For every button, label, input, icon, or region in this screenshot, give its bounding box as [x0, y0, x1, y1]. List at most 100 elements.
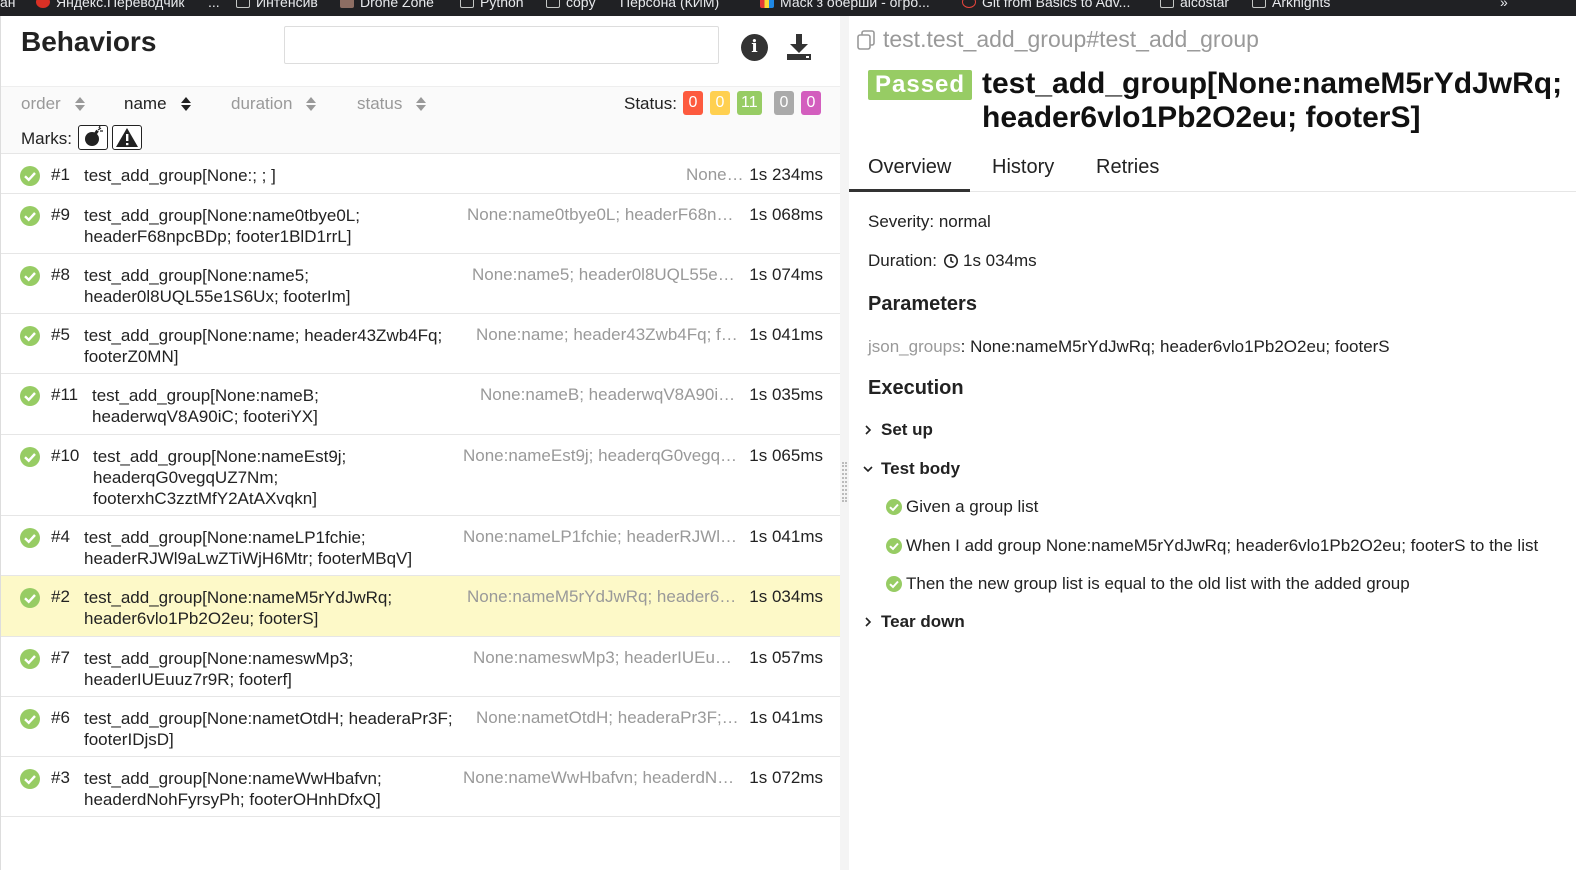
folder-icon	[460, 0, 474, 8]
severity-text: Severity: normal	[868, 212, 991, 231]
test-number: #4	[51, 527, 70, 546]
new-failed-mark-toggle[interactable]	[112, 125, 142, 150]
test-duration: 1s 035ms	[749, 385, 823, 404]
bookmark-item[interactable]: ан	[0, 0, 16, 10]
duration-line: Duration: 1s 034ms	[868, 251, 1037, 271]
test-params: None:name0tbye0L; headerF68n…	[467, 205, 734, 224]
test-params: None:; ;	[686, 165, 745, 184]
table-row[interactable]: #2 test_add_group[None:nameM5rYdJwRq; hea…	[1, 576, 841, 637]
tab-history[interactable]: History	[992, 156, 1054, 192]
table-row[interactable]: #3 test_add_group[None:nameWwHbafvn; head…	[1, 757, 841, 817]
sort-order-label: order	[21, 94, 61, 113]
splitter-grip-icon[interactable]	[842, 462, 847, 502]
table-row[interactable]: #10 test_add_group[None:nameEst9j; header…	[1, 435, 841, 516]
test-duration: 1s 057ms	[749, 648, 823, 667]
bookmark-item[interactable]: alcostar	[1160, 0, 1229, 10]
bookmark-item[interactable]: Drone Zone	[340, 0, 434, 10]
table-row[interactable]: #6 test_add_group[None:nametOtdH; headera…	[1, 697, 841, 757]
test-name: test_add_group[None:nameswMp3; headerIUE…	[84, 649, 354, 689]
step-item[interactable]: When I add group None:nameM5rYdJwRq; hea…	[886, 536, 1538, 556]
status-skipped-badge[interactable]: 0	[774, 91, 794, 115]
execution-heading: Execution	[868, 377, 964, 399]
passed-check-icon	[20, 206, 40, 226]
warning-icon	[116, 128, 138, 147]
bookmark-label: Python	[480, 0, 524, 10]
bookmark-label: Интенсив	[256, 0, 318, 10]
test-number: #10	[51, 446, 80, 465]
bookmark-item[interactable]: copy	[546, 0, 596, 10]
bookmark-label: copy	[566, 0, 596, 10]
pane-splitter[interactable]	[840, 16, 849, 870]
step-label: Given a group list	[906, 497, 1039, 516]
step-item[interactable]: Then the new group list is equal to the …	[886, 574, 1410, 594]
bookmark-item[interactable]: Персона (КИМ)	[620, 0, 719, 10]
passed-check-icon	[20, 649, 40, 669]
passed-check-icon	[20, 266, 40, 286]
sort-name-label: name	[124, 94, 167, 113]
table-row[interactable]: #8 test_add_group[None:name5; header0l8UQ…	[1, 254, 841, 314]
passed-check-icon	[20, 709, 40, 729]
bookmark-label: Git from Basics to Adv...	[982, 0, 1131, 10]
test-name: test_add_group[None:nameEst9j; headerqG0…	[93, 447, 347, 508]
status-unknown-badge[interactable]: 0	[801, 91, 821, 115]
bookmark-item[interactable]: Python	[460, 0, 524, 10]
sort-duration-label: duration	[231, 94, 293, 113]
tab-overview[interactable]: Overview	[849, 156, 971, 192]
test-number: #9	[51, 205, 70, 224]
copy-icon[interactable]	[855, 29, 877, 51]
table-row[interactable]: #9 test_add_group[None:name0tbye0L; heade…	[1, 194, 841, 254]
sort-toolbar: order name duration status Status: 0 0 1…	[1, 86, 841, 154]
bookmark-icon	[760, 0, 774, 8]
bookmark-item[interactable]: ...	[208, 0, 220, 10]
sort-duration[interactable]: duration	[231, 94, 317, 114]
table-row[interactable]: #4 test_add_group[None:nameLP1fchie; head…	[1, 516, 841, 576]
sort-arrows-icon	[74, 97, 85, 111]
test-name: test_add_group[None:nametOtdH; headeraPr…	[84, 709, 453, 749]
table-row[interactable]: #11 test_add_group[None:nameB; headerwqV8…	[1, 374, 841, 435]
bookmark-item[interactable]: Яндекс.Переводчик	[36, 0, 185, 10]
test-params: None:nameB; headerwqV8A90i…	[480, 385, 736, 404]
info-icon[interactable]: i	[741, 34, 768, 61]
teardown-section[interactable]: Tear down	[863, 612, 965, 632]
bookmark-item[interactable]: Arknights	[1252, 0, 1330, 10]
chevron-right-icon	[865, 425, 872, 435]
breadcrumb: test.test_add_group#test_add_group	[855, 26, 1259, 53]
bookmark-item[interactable]: Git from Basics to Adv...	[962, 0, 1130, 10]
duration-label: Duration:	[868, 251, 937, 270]
test-duration: 1s 074ms	[749, 265, 823, 284]
sort-arrows-icon	[416, 97, 427, 111]
table-row[interactable]: #7 test_add_group[None:nameswMp3; headerI…	[1, 637, 841, 697]
test-body-section[interactable]: Test body	[863, 459, 960, 479]
status-broken-badge[interactable]: 0	[710, 91, 730, 115]
download-icon[interactable]	[784, 32, 814, 62]
page-title: Behaviors	[21, 26, 157, 57]
status-failed-badge[interactable]: 0	[683, 91, 703, 115]
sort-name[interactable]: name	[124, 94, 191, 114]
bookmark-label: Drone Zone	[360, 0, 434, 10]
test-name: test_add_group[None:name5; header0l8UQL5…	[84, 266, 351, 306]
bookmark-label: ан	[0, 0, 16, 10]
flaky-mark-toggle[interactable]	[78, 125, 108, 150]
sort-status[interactable]: status	[357, 94, 427, 114]
test-params: None:nameM5rYdJwRq; header6…	[467, 587, 737, 606]
browser-bookmarks-bar: ан Яндекс.Переводчик... Интенсив Drone Zone…	[0, 0, 1576, 16]
search-input[interactable]	[284, 26, 719, 64]
bookmark-item[interactable]: Маск з оберши - огро...	[760, 0, 930, 10]
table-row[interactable]: #5 test_add_group[None:name; header43Zwb4…	[1, 314, 841, 374]
bookmark-item[interactable]: Интенсив	[236, 0, 318, 10]
test-number: #5	[51, 325, 70, 344]
clock-icon	[943, 254, 958, 268]
test-params: None:nameLP1fchie; headerRJWl…	[463, 527, 738, 546]
test-number: #7	[51, 648, 70, 667]
bookmark-label: Яндекс.Переводчик	[56, 0, 185, 10]
status-passed-badge[interactable]: 11	[737, 91, 762, 115]
test-name: test_add_group[None:nameWwHbafvn; header…	[84, 769, 382, 809]
bookmark-item[interactable]: »	[1500, 0, 1508, 10]
tab-retries[interactable]: Retries	[1096, 156, 1159, 192]
folder-icon	[1252, 0, 1266, 8]
step-item[interactable]: Given a group list	[886, 497, 1038, 517]
bookmark-label: ...	[208, 0, 220, 10]
table-row[interactable]: #1 test_add_group[None:; ; ] None:; ; 1s 23…	[1, 154, 841, 194]
sort-order[interactable]: order	[21, 94, 85, 114]
setup-section[interactable]: Set up	[863, 420, 933, 440]
